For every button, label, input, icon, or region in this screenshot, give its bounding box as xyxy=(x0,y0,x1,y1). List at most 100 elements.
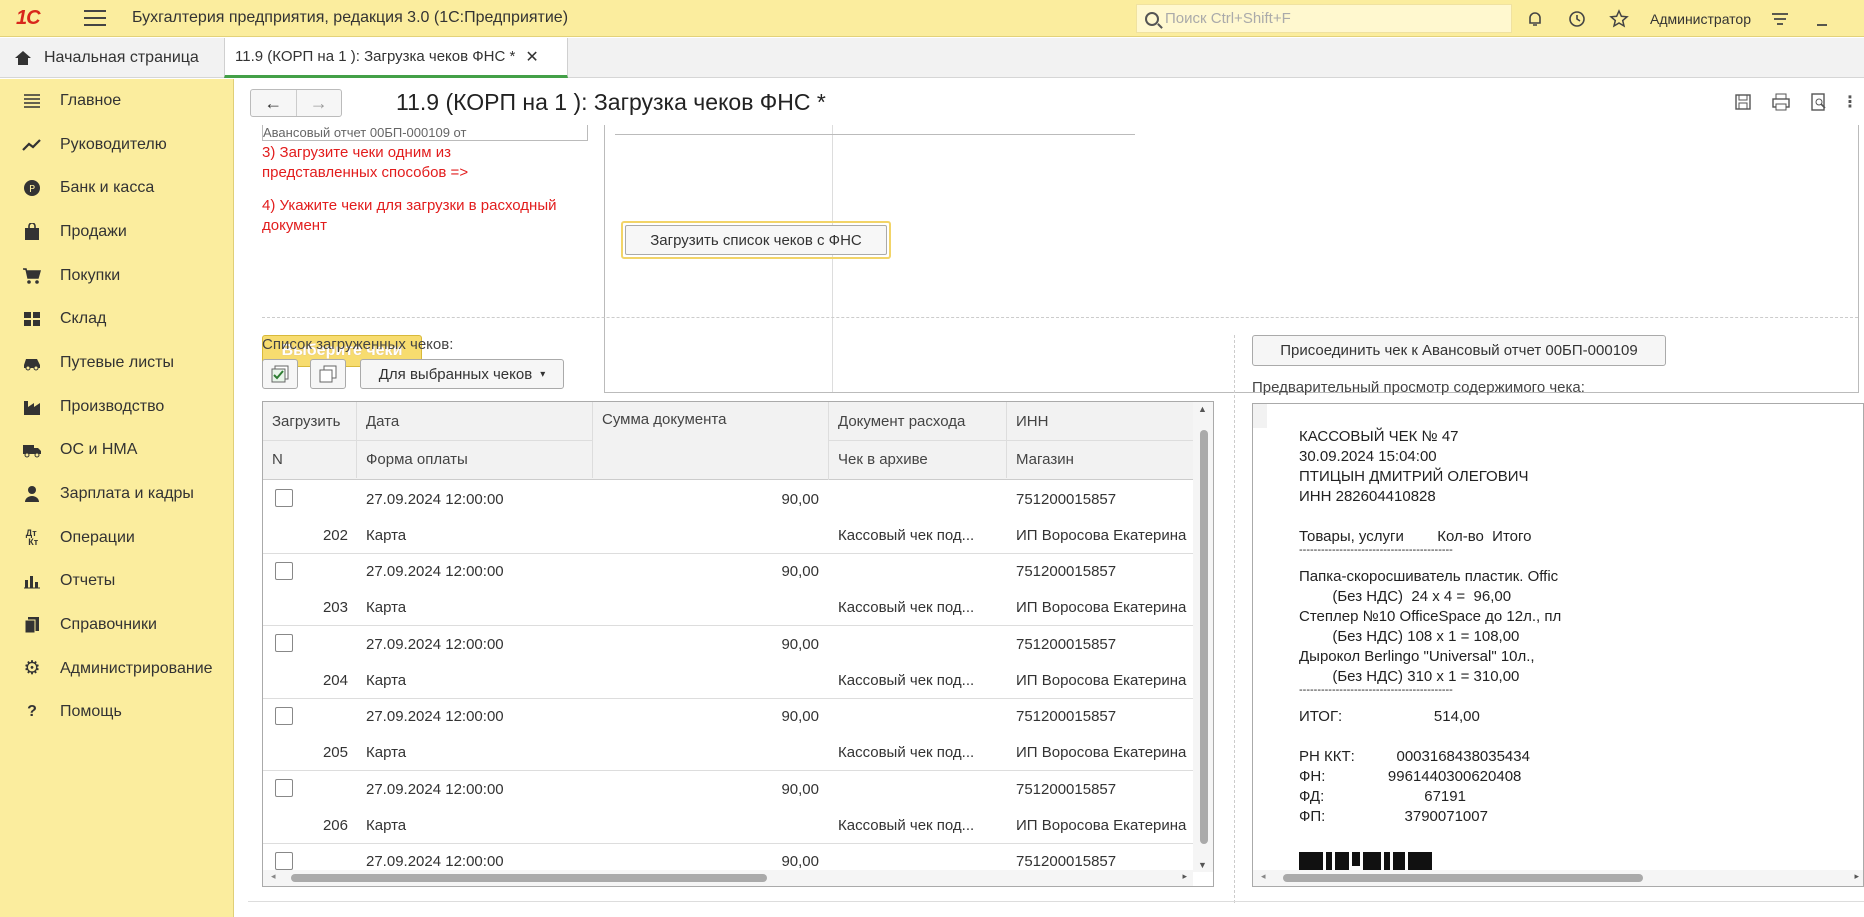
app-title: Бухгалтерия предприятия, редакция 3.0 (1… xyxy=(132,9,569,26)
sidebar-item-purchases[interactable]: Покупки xyxy=(0,254,233,298)
main-menu-icon[interactable] xyxy=(84,10,106,26)
forward-arrow-icon[interactable]: → xyxy=(295,90,342,116)
svg-text:Р: Р xyxy=(29,184,35,195)
table-row[interactable]: 27.09.2024 12:00:00 90,00 751200015857 2… xyxy=(263,771,1193,844)
sidebar-item-production[interactable]: Производство xyxy=(0,385,233,429)
row-checkbox[interactable] xyxy=(275,851,293,870)
table-horizontal-thumb[interactable] xyxy=(291,874,767,882)
sidebar-item-label: Отчеты xyxy=(60,572,116,590)
table-row[interactable]: 27.09.2024 12:00:00 90,00 751200015857 2… xyxy=(263,699,1193,771)
sidebar-item-help[interactable]: ? Помощь xyxy=(0,691,233,735)
sidebar-item-warehouse[interactable]: Склад xyxy=(0,297,233,341)
table-row[interactable]: 27.09.2024 12:00:00 90,00 751200015857 2… xyxy=(263,481,1193,554)
back-arrow-icon[interactable]: ← xyxy=(251,90,296,116)
sidebar-item-operations[interactable]: Дт Кт Операции xyxy=(0,516,233,560)
col-expense-doc[interactable]: Документ расхода xyxy=(829,402,1007,440)
scroll-left-icon[interactable]: ◂ xyxy=(1261,871,1266,882)
history-icon[interactable] xyxy=(1566,8,1588,30)
col-sum[interactable]: Сумма документа xyxy=(593,402,829,480)
more-vertical-icon[interactable]: ⋮ xyxy=(1842,91,1858,113)
cell-archive[interactable]: Кассовый чек под... xyxy=(838,735,998,771)
minimize-icon[interactable] xyxy=(1811,8,1833,30)
step4-hint: 4) Укажите чеки для загрузки в расходный… xyxy=(262,197,557,234)
cell-shop: ИП Воросова Екатерина xyxy=(1016,599,1187,616)
sidebar-item-label: Производство xyxy=(60,397,165,415)
col-n[interactable]: N xyxy=(263,440,357,478)
partial-field xyxy=(615,125,1135,135)
row-checkbox[interactable] xyxy=(275,561,293,580)
save-icon[interactable] xyxy=(1732,91,1754,113)
table-row[interactable]: 27.09.2024 12:00:00 90,00 751200015857 2… xyxy=(263,626,1193,699)
cell-archive[interactable]: Кассовый чек под... xyxy=(838,590,998,626)
user-name[interactable]: Администратор xyxy=(1650,11,1751,27)
scroll-down-icon[interactable]: ▼ xyxy=(1198,860,1207,870)
col-payment-form[interactable]: Форма оплаты xyxy=(357,440,593,478)
sidebar-item-waybills[interactable]: Путевые листы xyxy=(0,341,233,385)
preview-horizontal-thumb[interactable] xyxy=(1283,874,1643,882)
scroll-up-icon[interactable]: ▲ xyxy=(1198,404,1207,414)
col-archive[interactable]: Чек в архиве xyxy=(829,440,1007,478)
cell-archive[interactable]: Кассовый чек под... xyxy=(838,807,998,843)
sidebar-item-fixed-assets[interactable]: ОС и НМА xyxy=(0,429,233,473)
search-icon xyxy=(1145,11,1159,26)
col-inn[interactable]: ИНН xyxy=(1007,402,1193,440)
row-checkbox[interactable] xyxy=(275,779,293,797)
sidebar-item-label: Продажи xyxy=(60,222,127,240)
sidebar-item-sales[interactable]: Продажи xyxy=(0,210,233,254)
table-row[interactable]: 27.09.2024 12:00:00 90,00 751200015857 xyxy=(263,844,1193,872)
sidebar-item-main[interactable]: Главное xyxy=(0,79,233,123)
search-input[interactable]: Поиск Ctrl+Shift+F xyxy=(1136,4,1512,33)
scroll-right-icon[interactable]: ▸ xyxy=(1854,871,1859,882)
cell-shop: ИП Воросова Екатерина xyxy=(1016,671,1187,689)
attach-check-button[interactable]: Присоединить чек к Авансовый отчет 00БП-… xyxy=(1252,335,1666,366)
advance-report-select[interactable]: Авансовый отчет 00БП-000109 от xyxy=(262,125,588,141)
sidebar-item-salary[interactable]: Зарплата и кадры xyxy=(0,472,233,516)
tab-home[interactable]: Начальная страница xyxy=(0,38,224,78)
preview-icon[interactable] xyxy=(1808,91,1830,113)
load-fns-button[interactable]: Загрузить список чеков с ФНС xyxy=(625,225,887,255)
star-icon[interactable] xyxy=(1608,8,1630,30)
row-checkbox[interactable] xyxy=(275,706,293,725)
car-icon xyxy=(22,353,42,373)
cell-date: 27.09.2024 12:00:00 xyxy=(366,780,504,798)
tab-active-document[interactable]: 11.9 (КОРП на 1 ): Загрузка чеков ФНС * … xyxy=(224,38,568,78)
table-vertical-thumb[interactable] xyxy=(1200,430,1208,844)
books-icon xyxy=(22,615,42,635)
chevron-down-icon: ▾ xyxy=(540,368,546,380)
row-checkbox[interactable] xyxy=(275,489,293,507)
col-date[interactable]: Дата xyxy=(357,402,593,440)
table-horizontal-scrollbar[interactable]: ◂ ▸ xyxy=(263,870,1193,886)
preview-horizontal-scrollbar[interactable]: ◂ ▸ xyxy=(1253,870,1863,886)
app-logo[interactable]: 1С xyxy=(16,7,60,30)
sidebar-item-label: Зарплата и кадры xyxy=(60,485,194,503)
sidebar-item-admin[interactable]: ⚙ Администрирование xyxy=(0,647,233,691)
person-icon xyxy=(22,484,42,504)
row-checkbox[interactable] xyxy=(275,634,293,652)
sidebar-item-director[interactable]: Руководителю xyxy=(0,123,233,167)
cell-archive[interactable]: Кассовый чек под... xyxy=(838,662,998,698)
advance-report-value: Авансовый отчет 00БП-000109 от xyxy=(263,125,467,140)
receipt-line: ----------------------------------------… xyxy=(1299,684,1453,696)
sidebar-item-reports[interactable]: Отчеты xyxy=(0,560,233,604)
print-icon[interactable] xyxy=(1770,91,1792,113)
dt-kt-icon: Дт Кт xyxy=(25,527,39,547)
scroll-right-icon[interactable]: ▸ xyxy=(1182,871,1187,882)
check-all-button[interactable] xyxy=(262,359,298,389)
sidebar-item-label: Покупки xyxy=(60,266,121,284)
table-vertical-scrollbar[interactable]: ▲ ▼ xyxy=(1193,402,1213,872)
cell-archive[interactable]: Кассовый чек под... xyxy=(838,517,998,553)
receipt-line: Папка-скоросшиватель пластик. Offic xyxy=(1299,568,1559,585)
sidebar-item-bank[interactable]: Р Банк и касса xyxy=(0,166,233,210)
sidebar-item-catalogs[interactable]: Справочники xyxy=(0,603,233,647)
for-selected-dropdown[interactable]: Для выбранных чеков ▾ xyxy=(360,359,564,389)
col-load[interactable]: Загрузить xyxy=(263,402,357,440)
col-shop[interactable]: Магазин xyxy=(1007,440,1193,478)
settings-lines-icon[interactable] xyxy=(1769,8,1791,30)
vertical-separator xyxy=(1234,335,1235,903)
table-row[interactable]: 27.09.2024 12:00:00 90,00 751200015857 2… xyxy=(263,554,1193,626)
bar-chart-icon xyxy=(22,571,42,591)
bell-icon[interactable] xyxy=(1524,8,1546,30)
scroll-left-icon[interactable]: ◂ xyxy=(271,871,276,882)
close-tab-icon[interactable]: ✕ xyxy=(525,47,538,67)
uncheck-all-button[interactable] xyxy=(310,359,346,389)
